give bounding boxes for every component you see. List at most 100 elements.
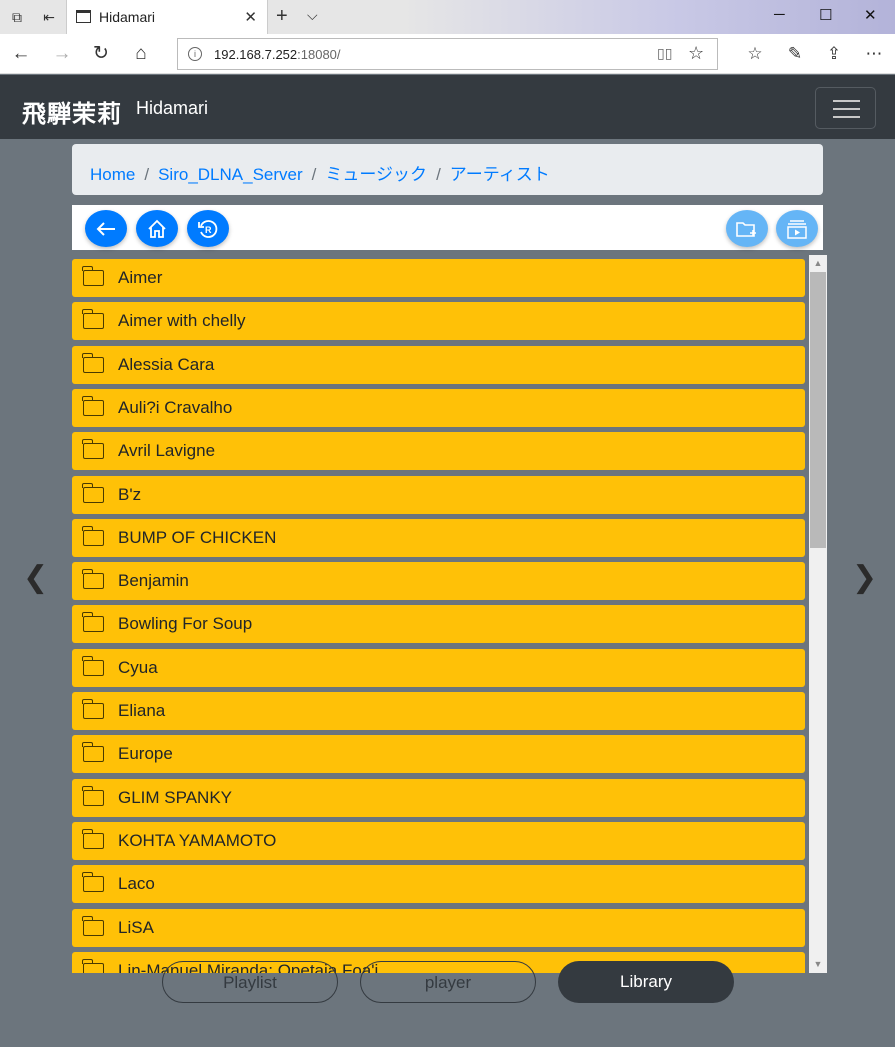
app-navbar: 飛騨茉莉 Hidamari — [0, 75, 895, 139]
scroll-thumb[interactable] — [810, 272, 826, 548]
folder-add-icon — [736, 222, 756, 238]
breadcrumb: Home / Siro_DLNA_Server / ミュージック / アーティスト — [72, 144, 823, 195]
set-aside-tabs-icon[interactable]: ⇤ — [40, 8, 58, 26]
folder-icon — [82, 309, 104, 330]
back-button[interactable] — [85, 210, 127, 247]
browser-tab[interactable]: Hidamari ✕ — [66, 0, 268, 34]
url-text: 192.168.7.252:18080/ — [214, 47, 341, 62]
list-scrollbar[interactable]: ▲ ▼ — [809, 255, 827, 973]
favorite-star-icon[interactable]: ☆ — [688, 43, 704, 64]
hamburger-line — [833, 100, 860, 102]
close-tab-icon[interactable]: ✕ — [244, 8, 257, 26]
folder-item[interactable]: Bowling For Soup — [72, 605, 805, 644]
reading-view-icon[interactable]: ▯▯ — [657, 45, 672, 62]
folder-label: Benjamin — [118, 571, 189, 591]
hamburger-line — [833, 108, 860, 110]
folder-label: BUMP OF CHICKEN — [118, 527, 277, 547]
folder-item[interactable]: LiSA — [72, 908, 805, 947]
folder-label: Auli?i Cravalho — [118, 397, 233, 417]
folder-item[interactable]: GLIM SPANKY — [72, 778, 805, 817]
scroll-up-arrow-icon[interactable]: ▲ — [809, 255, 827, 272]
folder-item[interactable]: Eliana — [72, 692, 805, 730]
tab-playlist[interactable]: Playlist — [162, 961, 338, 1003]
folder-icon — [82, 266, 104, 286]
folder-label: B'z — [118, 484, 142, 504]
breadcrumb-artists[interactable]: アーティスト — [450, 165, 550, 184]
action-toolbar: R — [72, 205, 823, 250]
chevron-down-icon[interactable]: ⌵ — [307, 7, 318, 24]
folder-icon — [82, 828, 104, 849]
folder-item[interactable]: Avril Lavigne — [72, 432, 805, 471]
breadcrumb-server[interactable]: Siro_DLNA_Server — [158, 165, 303, 184]
share-icon[interactable]: ⇪ — [822, 42, 846, 66]
folder-item[interactable]: Europe — [72, 735, 805, 774]
folder-icon — [82, 569, 104, 590]
folder-icon — [82, 439, 104, 460]
svg-text:R: R — [205, 225, 212, 235]
tab-library[interactable]: Library — [558, 961, 734, 1003]
folder-item[interactable]: Alessia Cara — [72, 345, 805, 384]
folder-icon — [82, 395, 104, 416]
folder-label: LiSA — [118, 917, 154, 937]
folder-label: Aimer — [118, 268, 163, 287]
folder-item[interactable]: Aimer with chelly — [72, 302, 805, 341]
folder-item[interactable]: B'z — [72, 475, 805, 514]
back-arrow-icon — [96, 222, 115, 236]
maximize-icon[interactable]: ☐ — [819, 6, 832, 24]
folder-item[interactable]: Aimer — [72, 259, 805, 297]
back-icon[interactable]: ← — [9, 42, 33, 66]
folder-list[interactable]: Aimer Aimer with chelly Alessia Cara Auli?i… — [72, 255, 828, 973]
tab-manager-icon[interactable]: ⧉ — [8, 8, 26, 26]
refresh-button[interactable]: R — [187, 210, 229, 247]
folder-label: Europe — [118, 744, 173, 764]
breadcrumb-music[interactable]: ミュージック — [325, 165, 427, 184]
reload-icon[interactable]: ↻ — [89, 42, 113, 66]
browser-tab-bar: ⧉ ⇤ Hidamari ✕ + ⌵ ─ ☐ ✕ — [0, 0, 895, 34]
folder-icon — [82, 612, 104, 633]
carousel-prev-icon[interactable]: ❮ — [23, 560, 48, 595]
folder-icon — [82, 482, 104, 503]
folder-icon — [82, 525, 104, 546]
folder-item[interactable]: Laco — [72, 865, 805, 904]
pen-icon[interactable]: ✎ — [783, 42, 807, 66]
favorites-icon[interactable]: ☆ — [743, 42, 767, 66]
carousel-next-icon[interactable]: ❯ — [852, 560, 877, 595]
folder-label: Cyua — [118, 657, 158, 677]
breadcrumb-home[interactable]: Home — [90, 165, 135, 184]
brand-logo[interactable]: 飛騨茉莉 — [22, 94, 122, 129]
refresh-icon: R — [198, 220, 218, 239]
home-button[interactable] — [136, 210, 178, 247]
home-browser-icon[interactable]: ⌂ — [129, 42, 153, 66]
folder-label: GLIM SPANKY — [118, 787, 232, 807]
folder-icon — [82, 352, 104, 373]
folder-label: Eliana — [118, 701, 166, 720]
url-input[interactable]: i 192.168.7.252:18080/ ▯▯ ☆ — [177, 38, 718, 70]
folder-item[interactable]: BUMP OF CHICKEN — [72, 518, 805, 557]
close-window-icon[interactable]: ✕ — [864, 6, 877, 24]
hamburger-line — [833, 116, 860, 118]
folder-label: Bowling For Soup — [118, 614, 253, 634]
folder-label: KOHTA YAMAMOTO — [118, 830, 277, 850]
play-list-icon — [787, 220, 807, 239]
tab-player[interactable]: player — [360, 961, 536, 1003]
info-icon[interactable]: i — [188, 47, 202, 61]
new-tab-button[interactable]: + — [276, 5, 288, 28]
folder-item[interactable]: Cyua — [72, 648, 805, 687]
brand-name[interactable]: Hidamari — [136, 98, 208, 119]
menu-toggle-button[interactable] — [815, 87, 876, 129]
tab-title: Hidamari — [99, 9, 156, 25]
folder-icon — [82, 958, 104, 973]
folder-item[interactable]: Auli?i Cravalho — [72, 388, 805, 427]
forward-icon[interactable]: → — [50, 42, 74, 66]
more-icon[interactable]: ⋯ — [862, 42, 886, 66]
folder-icon — [82, 699, 104, 719]
folder-icon — [82, 655, 104, 676]
folder-item[interactable]: Benjamin — [72, 562, 805, 601]
page-icon — [76, 10, 91, 23]
folder-label: Laco — [118, 874, 155, 894]
add-folder-button[interactable] — [726, 210, 768, 247]
scroll-down-arrow-icon[interactable]: ▼ — [809, 956, 827, 973]
play-list-button[interactable] — [776, 210, 818, 247]
minimize-icon[interactable]: ─ — [774, 6, 785, 23]
folder-item[interactable]: KOHTA YAMAMOTO — [72, 821, 805, 860]
